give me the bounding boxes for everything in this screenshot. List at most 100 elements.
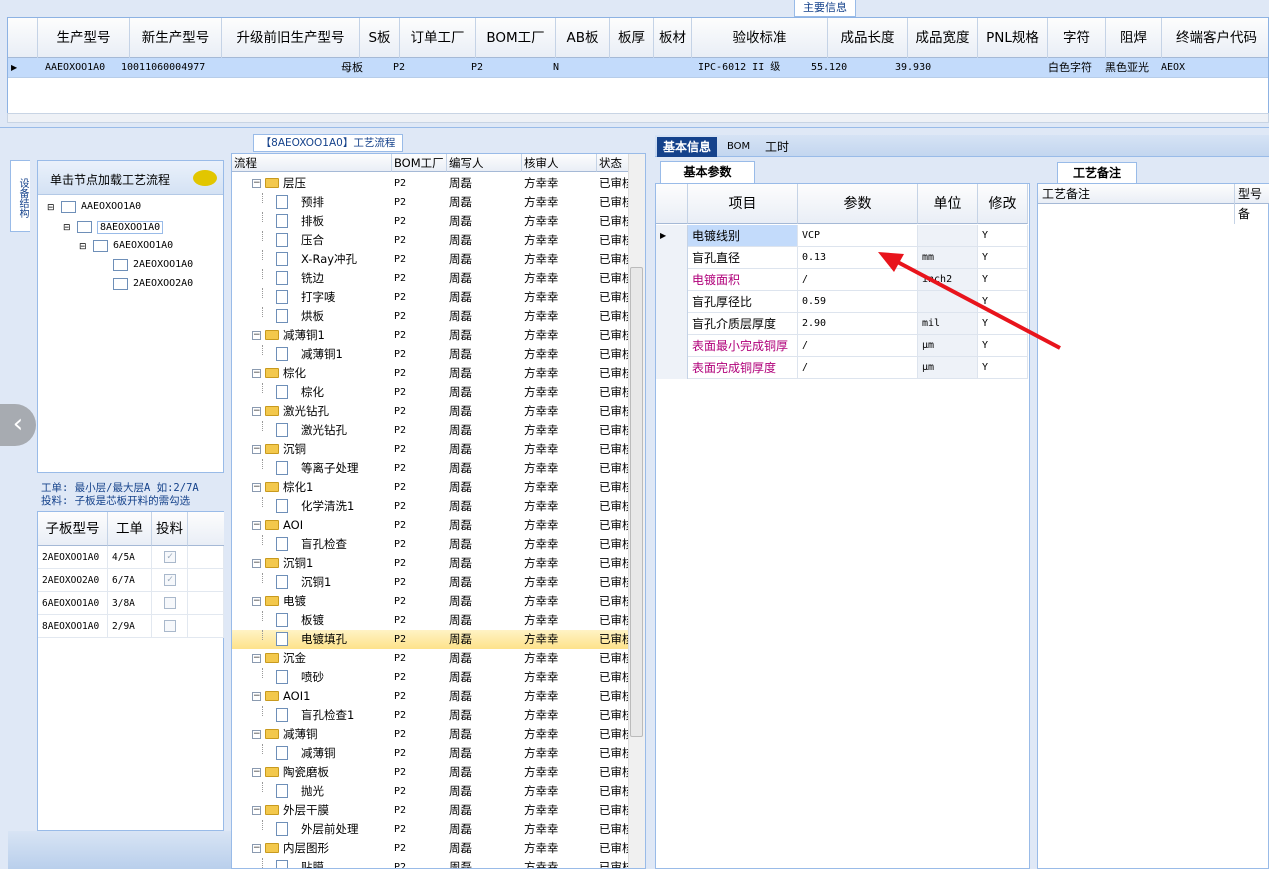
col-edit[interactable]: 修改 (978, 184, 1028, 224)
process-row[interactable]: − 层压 P2 周磊 方幸幸 已审核 (232, 174, 629, 193)
column-header[interactable]: 新生产型号 (130, 18, 222, 58)
process-row[interactable]: 电镀填孔 P2 周磊 方幸幸 已审核 (232, 630, 629, 649)
param-edit[interactable]: Y (978, 357, 1028, 378)
tree-node[interactable]: 6AEOXOO1A0 (113, 240, 173, 251)
collapse-node-icon[interactable]: − (252, 483, 261, 492)
column-header[interactable]: 终端客户代码 (1162, 18, 1268, 58)
param-item[interactable]: 表面完成铜厚度 (688, 357, 798, 378)
sub-order-cell[interactable]: 4/5A (108, 546, 152, 569)
cell-standard[interactable]: IPC-6012 II 级 (698, 58, 780, 78)
cell-length[interactable]: 55.120 (811, 58, 847, 78)
param-item[interactable]: 盲孔直径 (688, 247, 798, 268)
column-header[interactable]: AB板 (556, 18, 610, 58)
process-row[interactable]: 棕化 P2 周磊 方幸幸 已审核 (232, 383, 629, 402)
param-item[interactable]: 电镀线别 (688, 225, 798, 246)
column-header[interactable]: 成品宽度 (908, 18, 978, 58)
collapse-node-icon[interactable]: − (252, 654, 261, 663)
column-header[interactable]: PNL规格 (978, 18, 1048, 58)
collapse-node-icon[interactable]: − (252, 844, 261, 853)
param-row[interactable]: 表面完成铜厚度 / μm Y (656, 357, 1028, 379)
collapse-node-icon[interactable]: − (252, 521, 261, 530)
cell-s-board[interactable]: 母板 (341, 58, 363, 78)
process-row[interactable]: − 沉铜 P2 周磊 方幸幸 已审核 (232, 440, 629, 459)
process-row[interactable]: 减薄铜1 P2 周磊 方幸幸 已审核 (232, 345, 629, 364)
process-row[interactable]: − 沉铜1 P2 周磊 方幸幸 已审核 (232, 554, 629, 573)
param-item[interactable]: 盲孔厚径比 (688, 291, 798, 312)
col-order[interactable]: 工单 (108, 512, 152, 546)
collapse-node-icon[interactable]: − (252, 407, 261, 416)
feed-checkbox[interactable]: ✓ (164, 574, 176, 586)
cell-character[interactable]: 白色字符 (1048, 58, 1092, 78)
expand-icon[interactable]: ⊟ (79, 242, 87, 252)
tab-work-hours[interactable]: 工时 (759, 137, 795, 157)
sub-model-cell[interactable]: 2AEOXOO2A0 (38, 569, 108, 592)
process-row[interactable]: − 内层图形 P2 周磊 方幸幸 已审核 (232, 839, 629, 858)
cell-prod-model[interactable]: AAEOXOO1A0 (45, 58, 105, 78)
param-value[interactable]: / (798, 357, 918, 378)
column-header[interactable]: 生产型号 (38, 18, 130, 58)
col-param[interactable]: 参数 (798, 184, 918, 224)
table-row[interactable]: ▶ AAEOXOO1A0 10011060004977 母板 P2 P2 N I… (8, 58, 1268, 78)
process-row[interactable]: − 减薄铜 P2 周磊 方幸幸 已审核 (232, 725, 629, 744)
tree-node[interactable]: AAEOXOO1A0 (81, 201, 141, 212)
cell-order-factory[interactable]: P2 (393, 58, 405, 78)
feed-checkbox[interactable]: ✓ (164, 551, 176, 563)
param-item[interactable]: 盲孔介质层厚度 (688, 313, 798, 334)
process-row[interactable]: 盲孔检查1 P2 周磊 方幸幸 已审核 (232, 706, 629, 725)
feed-checkbox[interactable] (164, 597, 176, 609)
col-writer[interactable]: 编写人 (447, 154, 522, 172)
process-scroll-thumb[interactable] (630, 267, 643, 737)
collapse-node-icon[interactable]: − (252, 692, 261, 701)
process-row[interactable]: 排板 P2 周磊 方幸幸 已审核 (232, 212, 629, 231)
tab-basic-info[interactable]: 基本信息 (657, 137, 718, 157)
column-header[interactable]: 订单工厂 (400, 18, 476, 58)
process-row[interactable]: 压合 P2 周磊 方幸幸 已审核 (232, 231, 629, 250)
cell-ab-board[interactable]: N (553, 58, 559, 78)
col-sub-model[interactable]: 子板型号 (38, 512, 108, 546)
collapse-node-icon[interactable]: − (252, 559, 261, 568)
column-header[interactable]: 成品长度 (828, 18, 908, 58)
column-header[interactable]: BOM工厂 (476, 18, 556, 58)
process-row[interactable]: − 沉金 P2 周磊 方幸幸 已审核 (232, 649, 629, 668)
process-row[interactable]: 激光钻孔 P2 周磊 方幸幸 已审核 (232, 421, 629, 440)
vertical-tab-structure[interactable]: 设备结构 (10, 160, 30, 232)
collapse-node-icon[interactable]: − (252, 730, 261, 739)
process-row[interactable]: 烘板 P2 周磊 方幸幸 已审核 (232, 307, 629, 326)
process-row[interactable]: 抛光 P2 周磊 方幸幸 已审核 (232, 782, 629, 801)
tree-node[interactable]: 2AEOXOO2A0 (133, 278, 193, 289)
column-header[interactable]: 验收标准 (692, 18, 828, 58)
process-row[interactable]: 减薄铜 P2 周磊 方幸幸 已审核 (232, 744, 629, 763)
tree-node[interactable]: 8AEOXOO1A0 (97, 221, 164, 234)
process-row[interactable]: − AOI1 P2 周磊 方幸幸 已审核 (232, 687, 629, 706)
process-row[interactable]: − 棕化1 P2 周磊 方幸幸 已审核 (232, 478, 629, 497)
col-item[interactable]: 项目 (688, 184, 798, 224)
col-unit[interactable]: 单位 (918, 184, 978, 224)
col-status[interactable]: 状态 (597, 154, 629, 172)
cell-width[interactable]: 39.930 (895, 58, 931, 78)
load-flow-bar[interactable]: 单击节点加载工艺流程 (38, 161, 223, 195)
process-row[interactable]: − AOI P2 周磊 方幸幸 已审核 (232, 516, 629, 535)
collapse-node-icon[interactable]: − (252, 331, 261, 340)
collapse-node-icon[interactable]: − (252, 806, 261, 815)
process-row[interactable]: X-Ray冲孔 P2 周磊 方幸幸 已审核 (232, 250, 629, 269)
column-header[interactable]: S板 (360, 18, 400, 58)
collapse-node-icon[interactable]: − (252, 369, 261, 378)
tab-basic-params[interactable]: 基本参数 (660, 161, 755, 183)
collapse-node-icon[interactable]: − (252, 768, 261, 777)
col-bom-factory[interactable]: BOM工厂 (392, 154, 447, 172)
param-item[interactable]: 电镀面积 (688, 269, 798, 290)
process-row[interactable]: 铣边 P2 周磊 方幸幸 已审核 (232, 269, 629, 288)
process-row[interactable]: 板镀 P2 周磊 方幸幸 已审核 (232, 611, 629, 630)
expand-icon[interactable]: ⊟ (63, 223, 71, 233)
process-row[interactable]: 打字唛 P2 周磊 方幸幸 已审核 (232, 288, 629, 307)
tree-node[interactable]: 2AEOXOO1A0 (133, 259, 193, 270)
process-row[interactable]: 外层前处理 P2 周磊 方幸幸 已审核 (232, 820, 629, 839)
process-title-tab[interactable]: 【8AEOXOO1A0】工艺流程 (253, 134, 403, 152)
sub-order-cell[interactable]: 3/8A (108, 592, 152, 615)
process-row[interactable]: − 激光钻孔 P2 周磊 方幸幸 已审核 (232, 402, 629, 421)
sub-model-cell[interactable]: 8AEOXOO1A0 (38, 615, 108, 638)
collapse-node-icon[interactable]: − (252, 597, 261, 606)
sub-order-cell[interactable]: 2/9A (108, 615, 152, 638)
process-row[interactable]: 化学清洗1 P2 周磊 方幸幸 已审核 (232, 497, 629, 516)
process-row[interactable]: 等离子处理 P2 周磊 方幸幸 已审核 (232, 459, 629, 478)
